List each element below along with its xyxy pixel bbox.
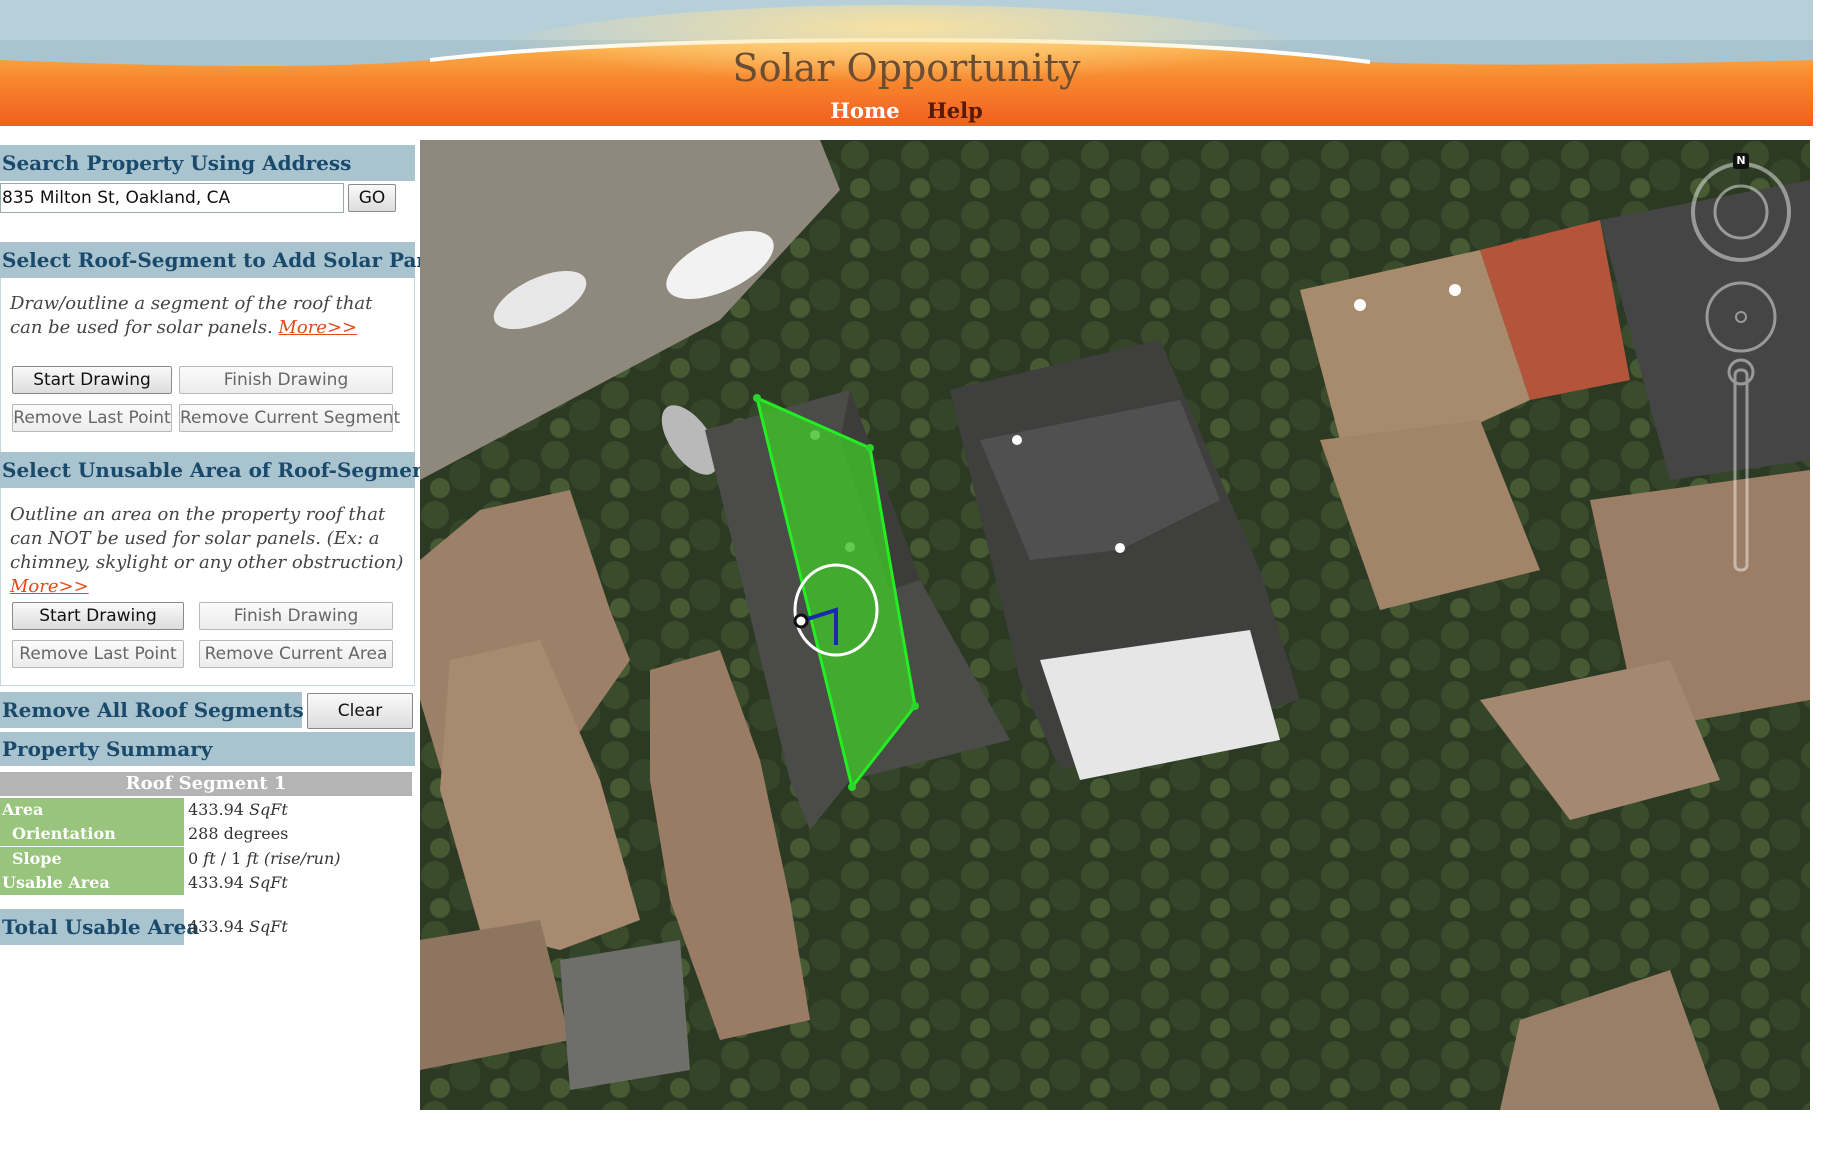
summary-row-orientation: Orientation 288 degrees <box>0 822 415 846</box>
slope-value: 0 ft / 1 ft (rise/run) <box>188 847 341 871</box>
total-usable-area-number: 433.94 <box>188 917 244 936</box>
unusable-area-description: Outline an area on the property roof tha… <box>10 503 410 599</box>
address-input[interactable] <box>0 183 344 213</box>
roof-start-drawing-button[interactable]: Start Drawing <box>12 366 172 394</box>
zoom-slider-track <box>1733 368 1749 572</box>
map-nav-control <box>1691 153 1791 572</box>
north-label: N <box>1736 154 1746 167</box>
area-number: 433.94 <box>188 800 244 819</box>
slope-separator: / <box>215 849 232 868</box>
unusable-area-heading: Select Unusable Area of Roof-Segment <box>0 452 436 488</box>
app-header: Solar Opportunity Home Help <box>0 0 1813 131</box>
orientation-label: Orientation <box>0 822 184 846</box>
sidebar: Search Property Using Address GO Select … <box>0 140 463 1105</box>
slope-run-unit: ft (rise/run) <box>246 849 341 868</box>
usable-area-label: Usable Area <box>0 871 184 895</box>
summary-row-slope: Slope 0 ft / 1 ft (rise/run) <box>0 847 415 871</box>
roof-segment-heading: Select Roof-Segment to Add Solar Panels <box>0 242 463 278</box>
orientation-value: 288 degrees <box>188 824 289 843</box>
unusable-area-more-link[interactable]: More>> <box>10 576 89 597</box>
nav-home-link[interactable]: Home <box>830 98 899 123</box>
remove-current-segment-button[interactable]: Remove Current Segment <box>179 404 400 432</box>
roof-finish-drawing-button[interactable]: Finish Drawing <box>179 366 393 394</box>
top-nav: Home Help <box>0 98 1813 123</box>
area-start-drawing-button[interactable]: Start Drawing <box>12 602 184 630</box>
summary-row-area: Area 433.94 SqFt <box>0 798 415 822</box>
satellite-map[interactable]: N <box>420 140 1810 1110</box>
roof-remove-last-point-button[interactable]: Remove Last Point <box>12 404 172 432</box>
area-label: Area <box>0 798 184 822</box>
roof-segment-title: Roof Segment 1 <box>0 772 412 796</box>
go-button[interactable]: GO <box>348 184 396 212</box>
nav-help-link[interactable]: Help <box>927 98 983 123</box>
remove-all-segments-label: Remove All Roof Segments <box>0 692 304 728</box>
usable-area-value: 433.94 SqFt <box>188 871 288 895</box>
total-usable-area-value: 433.94 SqFt <box>188 915 288 939</box>
slope-rise-unit: ft <box>203 849 216 868</box>
summary-row-usable: Usable Area 433.94 SqFt <box>0 871 415 895</box>
roof-segment-more-link[interactable]: More>> <box>278 317 357 338</box>
app-title: Solar Opportunity <box>732 46 1081 90</box>
area-remove-last-point-button[interactable]: Remove Last Point <box>12 640 184 668</box>
area-unit: SqFt <box>249 800 288 819</box>
property-summary-heading: Property Summary <box>0 732 415 766</box>
usable-area-number: 433.94 <box>188 873 244 892</box>
unusable-area-description-text: Outline an area on the property roof tha… <box>10 504 404 573</box>
summary-row-total: Total Usable Area 433.94 SqFt <box>0 909 415 945</box>
look-control <box>1705 281 1777 353</box>
usable-area-unit: SqFt <box>249 873 288 892</box>
slope-run: 1 <box>231 849 242 868</box>
zoom-handle <box>1727 358 1755 386</box>
total-usable-area-unit: SqFt <box>249 917 288 936</box>
search-section-heading: Search Property Using Address <box>0 145 415 181</box>
total-usable-area-label: Total Usable Area <box>0 909 199 945</box>
slope-label: Slope <box>0 847 184 871</box>
area-value: 433.94 SqFt <box>188 798 288 822</box>
area-finish-drawing-button[interactable]: Finish Drawing <box>199 602 393 630</box>
compass-ring <box>1691 162 1791 262</box>
remove-current-area-button[interactable]: Remove Current Area <box>199 640 393 668</box>
clear-button[interactable]: Clear <box>307 693 413 729</box>
compass-inner <box>1713 184 1769 240</box>
slope-rise: 0 <box>188 849 199 868</box>
roof-segment-description: Draw/outline a segment of the roof that … <box>10 292 410 340</box>
